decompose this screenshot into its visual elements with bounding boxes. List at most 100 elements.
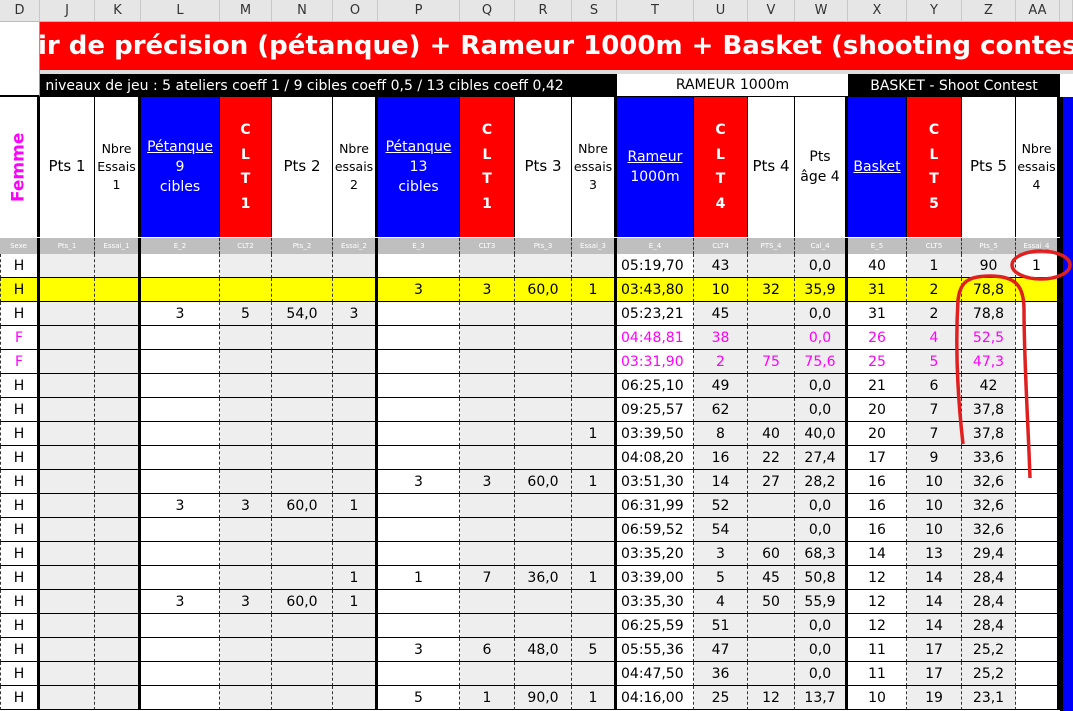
cell-q[interactable] [460,422,515,446]
cell-l[interactable]: 3 [141,494,220,518]
cell-p[interactable] [378,494,460,518]
cell-y[interactable]: 10 [907,470,962,494]
cell-j[interactable] [40,278,95,302]
cell-u[interactable]: 14 [694,470,748,494]
cell-v[interactable] [748,614,795,638]
cell-z[interactable]: 28,4 [962,566,1016,590]
cell-j[interactable] [40,662,95,686]
cell-l[interactable] [141,470,220,494]
cell-m[interactable] [220,686,272,710]
cell-x[interactable]: 12 [848,566,907,590]
cell-x[interactable]: 16 [848,494,907,518]
cell-u[interactable]: 52 [694,494,748,518]
cell-t[interactable]: 04:47,50 [617,662,694,686]
cell-o[interactable] [333,422,378,446]
cell-d[interactable]: H [0,302,40,326]
cell-d[interactable]: H [0,254,40,278]
cell-t[interactable]: 06:59,52 [617,518,694,542]
cell-n[interactable] [272,638,333,662]
cell-s[interactable] [572,446,617,470]
header-cell-sexe[interactable]: Femme [0,97,40,237]
cell-z[interactable]: 32,6 [962,518,1016,542]
cell-n[interactable] [272,686,333,710]
cell-x[interactable]: 14 [848,542,907,566]
cell-j[interactable] [40,542,95,566]
cell-r[interactable] [515,590,572,614]
cell-k[interactable] [95,662,141,686]
cell-l[interactable] [141,566,220,590]
cell-r[interactable] [515,614,572,638]
cell-d[interactable]: H [0,422,40,446]
cell-j[interactable] [40,254,95,278]
cell-v[interactable] [748,254,795,278]
cell-v[interactable] [748,398,795,422]
cell-aa[interactable] [1016,350,1060,374]
cell-v[interactable] [748,326,795,350]
cell-w[interactable]: 0,0 [795,326,848,350]
cell-aa[interactable] [1016,470,1060,494]
cell-d[interactable]: H [0,518,40,542]
cell-x[interactable]: 11 [848,638,907,662]
cell-y[interactable]: 1 [907,254,962,278]
header-cell-pts-5[interactable]: Pts 5 [962,97,1016,237]
cell-j[interactable] [40,302,95,326]
cell-n[interactable]: 54,0 [272,302,333,326]
cell-s[interactable] [572,590,617,614]
cell-s[interactable] [572,302,617,326]
cell-z[interactable]: 37,8 [962,422,1016,446]
cell-u[interactable]: 16 [694,446,748,470]
cell-q[interactable]: 7 [460,566,515,590]
cell-d[interactable]: H [0,542,40,566]
cell-l[interactable]: 3 [141,302,220,326]
cell-d[interactable]: H [0,590,40,614]
cell-m[interactable] [220,542,272,566]
cell-v[interactable] [748,302,795,326]
cell-o[interactable] [333,278,378,302]
cell-n[interactable] [272,254,333,278]
cell-o[interactable] [333,686,378,710]
cell-aa[interactable] [1016,614,1060,638]
cell-m[interactable] [220,518,272,542]
cell-o[interactable] [333,374,378,398]
cell-p[interactable] [378,254,460,278]
cell-m[interactable] [220,398,272,422]
cell-k[interactable] [95,302,141,326]
header-cell-essai-2[interactable]: Nbre essais 2 [333,97,378,237]
cell-j[interactable] [40,374,95,398]
cell-k[interactable] [95,350,141,374]
cell-l[interactable] [141,518,220,542]
cell-p[interactable] [378,446,460,470]
cell-l[interactable] [141,638,220,662]
column-header-l[interactable]: L [141,0,220,22]
cell-z[interactable]: 78,8 [962,278,1016,302]
cell-j[interactable] [40,590,95,614]
cell-t[interactable]: 03:51,30 [617,470,694,494]
cell-y[interactable]: 7 [907,398,962,422]
cell-m[interactable]: 3 [220,590,272,614]
cell-p[interactable] [378,302,460,326]
cell-s[interactable] [572,494,617,518]
cell-p[interactable]: 1 [378,566,460,590]
header-cell-essai-1[interactable]: Nbre Essais 1 [95,97,141,237]
cell-l[interactable] [141,350,220,374]
cell-aa[interactable] [1016,326,1060,350]
cell-m[interactable] [220,446,272,470]
cell-y[interactable]: 17 [907,662,962,686]
cell-o[interactable] [333,662,378,686]
header-cell-clt4[interactable]: CLT 4 [694,97,748,237]
cell-j[interactable] [40,350,95,374]
cell-l[interactable] [141,254,220,278]
levels-subtitle[interactable]: 3 niveaux de jeu : 5 ateliers coeff 1 / … [40,74,617,97]
column-header-x[interactable]: X [848,0,907,22]
cell-z[interactable]: 47,3 [962,350,1016,374]
cell-u[interactable]: 47 [694,638,748,662]
cell-x[interactable]: 21 [848,374,907,398]
cell-w[interactable]: 50,8 [795,566,848,590]
cell-y[interactable]: 9 [907,446,962,470]
cell-o[interactable] [333,350,378,374]
cell-m[interactable] [220,350,272,374]
cell-u[interactable]: 62 [694,398,748,422]
cell-z[interactable]: 29,4 [962,542,1016,566]
cell-w[interactable]: 0,0 [795,518,848,542]
column-header-w[interactable]: W [795,0,848,22]
